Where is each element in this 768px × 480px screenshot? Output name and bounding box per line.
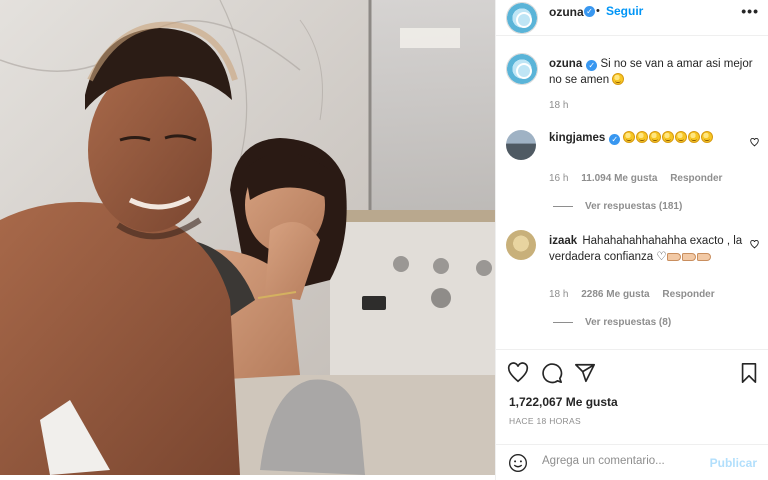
author-avatar[interactable] bbox=[506, 2, 538, 34]
verified-badge-icon: ✓ bbox=[586, 60, 598, 71]
laughing-emoji-icon bbox=[649, 131, 662, 143]
post-timestamp: HACE 18 HORAS bbox=[509, 416, 581, 426]
laughing-emoji-icon bbox=[662, 131, 675, 143]
heart-emoji-icon: ♡ bbox=[656, 251, 667, 263]
comment-time: 16 h bbox=[549, 173, 569, 184]
hand-emoji-icon bbox=[666, 253, 681, 261]
verified-badge-icon: ✓ bbox=[584, 6, 595, 17]
comment-item: izaak Hahahahahhahahha exacto , la verda… bbox=[549, 233, 747, 265]
laughing-emoji-icon bbox=[701, 131, 714, 143]
comment-like-heart-icon[interactable] bbox=[750, 138, 759, 147]
reply-button[interactable]: Responder bbox=[662, 289, 714, 300]
comment-likes[interactable]: 11.094 Me gusta bbox=[581, 173, 657, 184]
reply-button[interactable]: Responder bbox=[670, 173, 722, 184]
likes-count[interactable]: 1,722,067 Me gusta bbox=[509, 395, 618, 409]
view-replies-button[interactable]: Ver respuestas (8) bbox=[553, 317, 671, 328]
replies-line bbox=[553, 321, 573, 323]
hand-emoji-icon bbox=[696, 253, 711, 261]
comment-like-heart-icon[interactable] bbox=[750, 240, 759, 249]
action-bar bbox=[496, 349, 768, 395]
comments-list: ozuna ✓ Si no se van a amar asi mejor no … bbox=[496, 37, 768, 349]
caption: ozuna ✓ Si no se van a amar asi mejor no … bbox=[549, 56, 754, 88]
comment-meta: 16 h 11.094 Me gusta Responder bbox=[549, 173, 722, 184]
comment-username[interactable]: kingjames bbox=[549, 132, 605, 144]
separator-dot: • bbox=[596, 5, 600, 17]
comment-meta: 18 h 2286 Me gusta Responder bbox=[549, 289, 715, 300]
share-icon[interactable] bbox=[574, 362, 596, 384]
comment-icon[interactable] bbox=[541, 362, 563, 384]
laughing-emoji-icon bbox=[675, 131, 688, 143]
comment-username[interactable]: izaak bbox=[549, 235, 577, 247]
author-username[interactable]: ozuna bbox=[549, 5, 584, 19]
post-photo[interactable] bbox=[0, 0, 495, 475]
commenter-avatar-izaak[interactable] bbox=[506, 230, 536, 260]
instagram-post-frame: ozuna ✓ • Seguir ••• ozuna ✓ Si no se van… bbox=[0, 0, 768, 480]
view-replies-label: Ver respuestas (8) bbox=[585, 317, 672, 328]
verified-badge-icon: ✓ bbox=[609, 134, 621, 145]
more-options-icon[interactable]: ••• bbox=[741, 3, 759, 19]
comment-input[interactable] bbox=[542, 455, 702, 467]
comment-item: kingjames ✓ bbox=[549, 130, 749, 146]
view-replies-button[interactable]: Ver respuestas (181) bbox=[553, 201, 682, 212]
caption-time: 18 h bbox=[549, 100, 569, 111]
follow-button[interactable]: Seguir bbox=[606, 4, 643, 18]
comment-likes[interactable]: 2286 Me gusta bbox=[581, 289, 649, 300]
heart-icon[interactable] bbox=[507, 362, 529, 384]
post-side-panel: ozuna ✓ • Seguir ••• ozuna ✓ Si no se van… bbox=[495, 0, 768, 480]
publish-button[interactable]: Publicar bbox=[710, 456, 757, 470]
post-header: ozuna ✓ • Seguir ••• bbox=[496, 0, 768, 36]
caption-username[interactable]: ozuna bbox=[549, 58, 582, 70]
laughing-emoji-icon bbox=[623, 131, 636, 143]
laughing-emoji-icon bbox=[612, 73, 625, 85]
caption-avatar[interactable] bbox=[506, 53, 538, 85]
add-comment-bar: Publicar bbox=[496, 444, 768, 480]
replies-line bbox=[553, 205, 573, 207]
selfie-illustration bbox=[0, 0, 495, 475]
emoji-icon[interactable] bbox=[508, 453, 528, 473]
bookmark-icon[interactable] bbox=[738, 362, 760, 384]
view-replies-label: Ver respuestas (181) bbox=[585, 201, 683, 212]
comment-text: Hahahahahhahahha exacto , la verdadera c… bbox=[549, 235, 743, 263]
emoji-row bbox=[623, 131, 714, 144]
comment-time: 18 h bbox=[549, 289, 569, 300]
laughing-emoji-icon bbox=[688, 131, 701, 143]
laughing-emoji-icon bbox=[636, 131, 649, 143]
commenter-avatar-kingjames[interactable] bbox=[506, 130, 536, 160]
hand-emoji-icon bbox=[681, 253, 696, 261]
